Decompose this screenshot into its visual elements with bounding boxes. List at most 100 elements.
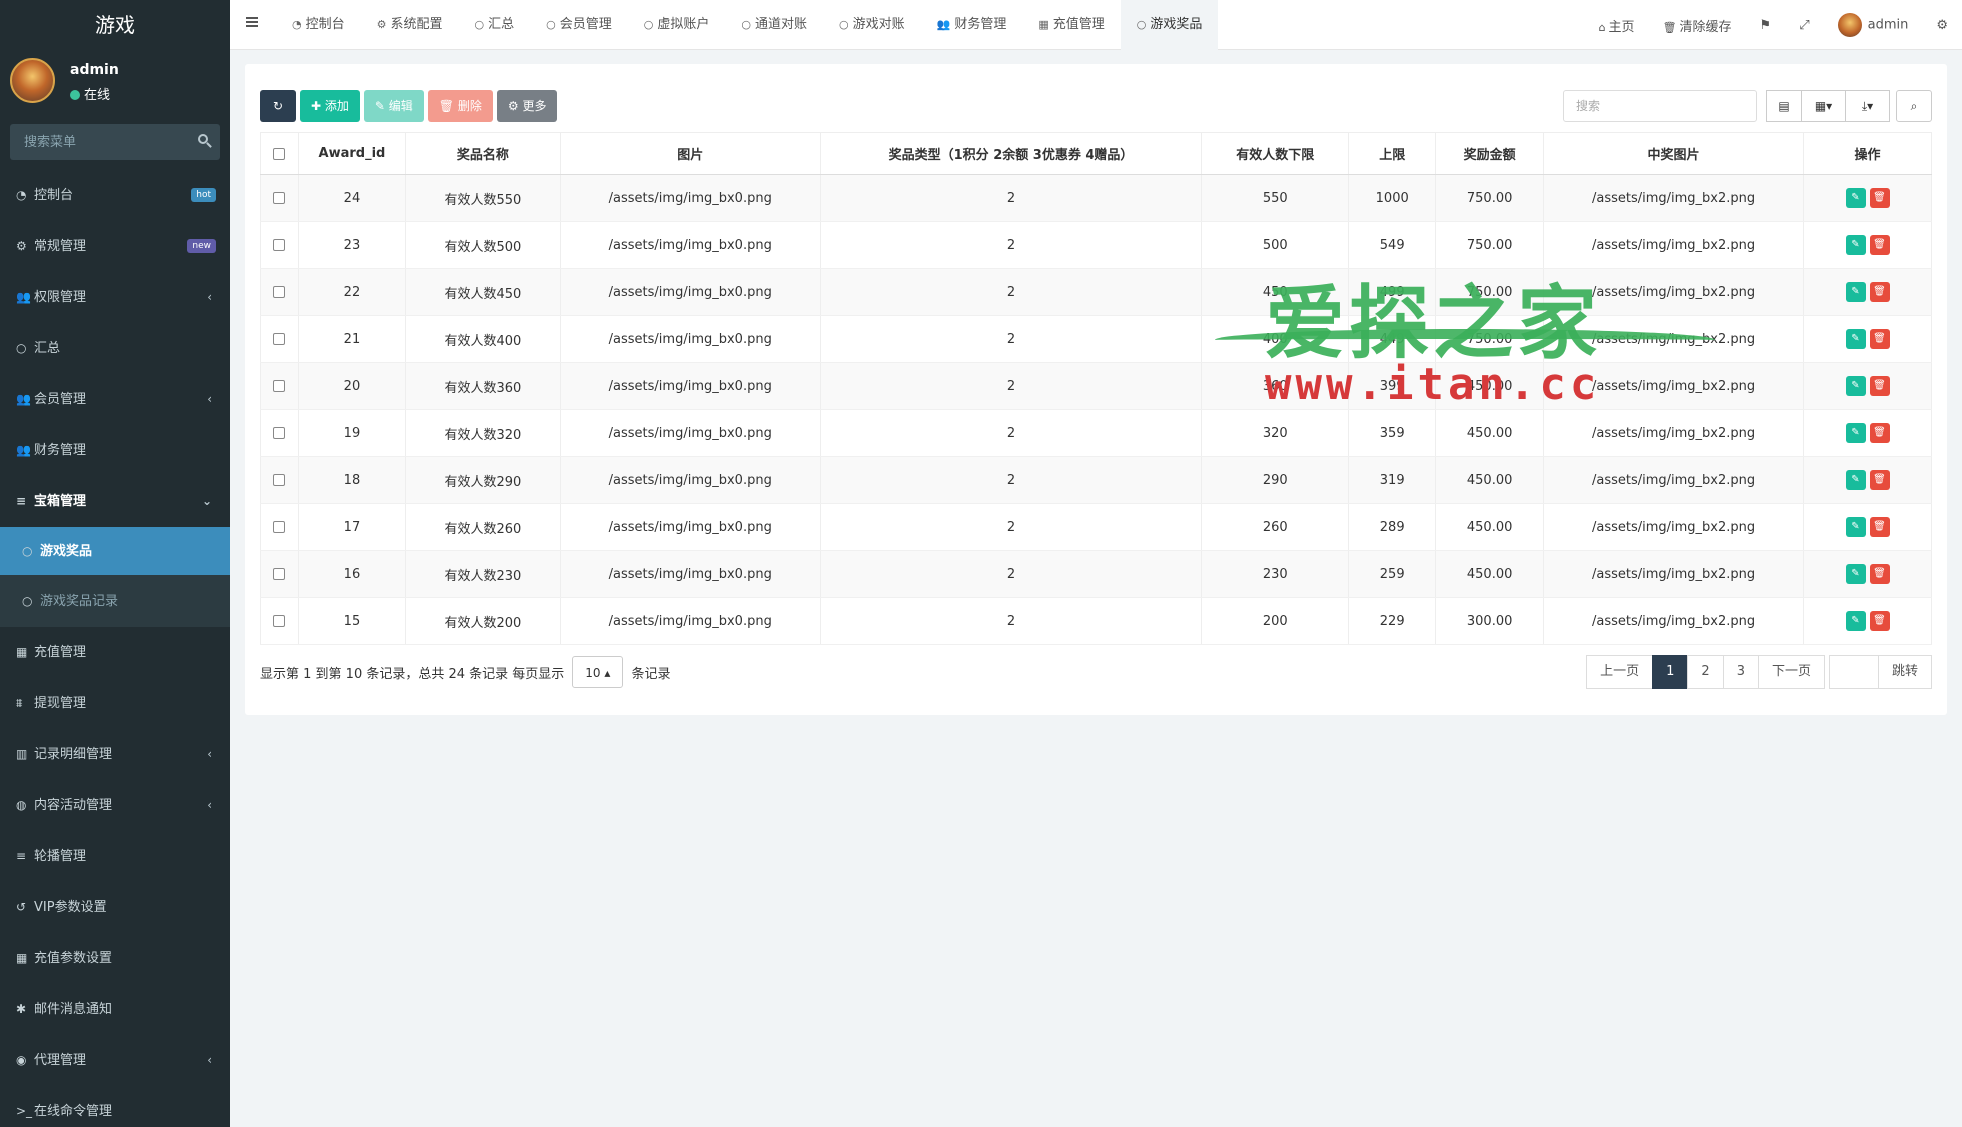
search-toggle-button[interactable]: ⌕ [1896, 90, 1932, 122]
sidebar-item-2[interactable]: 👥 权限管理 ‹ [0, 272, 230, 323]
menu-toggle-icon[interactable] [246, 17, 258, 27]
add-button[interactable]: ✚ 添加 [300, 90, 360, 122]
tab-1[interactable]: ⚙ 系统配置 [361, 0, 459, 50]
sidebar-item-18[interactable]: >_ 在线命令管理 [0, 1086, 230, 1127]
clear-cache-link[interactable]: 🗑 清除缓存 [1649, 16, 1746, 35]
row-edit-button[interactable]: ✎ [1845, 282, 1866, 302]
table-row[interactable]: 23 有效人数500/assets/img/img_bx0.png 2 500 549 7… [260, 221, 1932, 269]
tab-4[interactable]: ○ 虚拟账户 [628, 0, 726, 50]
row-select-cell[interactable] [260, 409, 299, 457]
prev-page-button[interactable]: 上一页 [1586, 655, 1654, 689]
columns-button[interactable]: ▦▾ [1802, 90, 1846, 122]
home-link[interactable]: ⌂ 主页 [1585, 16, 1649, 35]
row-edit-button[interactable]: ✎ [1845, 423, 1866, 443]
search-icon[interactable] [198, 134, 208, 144]
row-delete-button[interactable]: 🗑 [1869, 470, 1890, 490]
sidebar-item-12[interactable]: ◍ 内容活动管理 ‹ [0, 780, 230, 831]
row-checkbox[interactable] [273, 568, 286, 580]
row-edit-button[interactable]: ✎ [1845, 188, 1866, 208]
sidebar-item-16[interactable]: ✱ 邮件消息通知 [0, 984, 230, 1035]
page-button[interactable]: 2 [1687, 655, 1724, 689]
page-jump-input[interactable] [1828, 655, 1879, 689]
row-checkbox[interactable] [273, 380, 286, 392]
row-edit-button[interactable]: ✎ [1845, 376, 1866, 396]
page-button[interactable]: 1 [1652, 655, 1689, 689]
page-button[interactable]: 3 [1722, 655, 1759, 689]
row-checkbox[interactable] [273, 521, 286, 533]
edit-button[interactable]: ✎ 编辑 [363, 90, 424, 122]
row-delete-button[interactable]: 🗑 [1869, 564, 1890, 584]
sidebar-item-11[interactable]: ▥ 记录明细管理 ‹ [0, 729, 230, 780]
table-row[interactable]: 18 有效人数290/assets/img/img_bx0.png 2 290 319 4… [260, 456, 1932, 504]
sidebar-search-input[interactable] [10, 124, 220, 160]
row-delete-button[interactable]: 🗑 [1869, 282, 1890, 302]
row-select-cell[interactable] [260, 174, 299, 222]
row-delete-button[interactable]: 🗑 [1869, 188, 1890, 208]
select-all-cell[interactable] [260, 132, 299, 175]
row-checkbox[interactable] [273, 615, 286, 627]
table-row[interactable]: 19 有效人数320/assets/img/img_bx0.png 2 320 359 4… [260, 409, 1932, 457]
tab-9[interactable]: ○ 游戏奖品 [1120, 0, 1219, 50]
row-checkbox[interactable] [273, 427, 286, 439]
table-search-input[interactable] [1564, 91, 1756, 121]
sidebar-item-9[interactable]: ▦ 充值管理 [0, 627, 230, 678]
toggle-view-button[interactable]: ▤ [1766, 90, 1802, 122]
settings-icon[interactable]: ⚙ [1922, 18, 1962, 33]
row-delete-button[interactable]: 🗑 [1869, 376, 1890, 396]
row-checkbox[interactable] [273, 474, 286, 486]
more-button[interactable]: ⚙ 更多 [496, 90, 558, 122]
sidebar-item-8[interactable]: ○ 游戏奖品记录 [0, 575, 230, 627]
table-row[interactable]: 24 有效人数550/assets/img/img_bx0.png 2 550 1000… [260, 174, 1932, 222]
row-checkbox[interactable] [273, 239, 286, 251]
sidebar-item-6[interactable]: ≡ 宝箱管理 ⌄ [0, 476, 230, 527]
row-delete-button[interactable]: 🗑 [1869, 423, 1890, 443]
row-delete-button[interactable]: 🗑 [1869, 329, 1890, 349]
admin-menu[interactable]: admin [1824, 13, 1923, 37]
sidebar-item-17[interactable]: ◉ 代理管理 ‹ [0, 1035, 230, 1086]
next-page-button[interactable]: 下一页 [1757, 655, 1825, 689]
row-edit-button[interactable]: ✎ [1845, 235, 1866, 255]
sidebar-item-5[interactable]: 👥 财务管理 [0, 425, 230, 476]
row-edit-button[interactable]: ✎ [1845, 611, 1866, 631]
sidebar-item-10[interactable]: ⩩ 提现管理 [0, 678, 230, 729]
row-select-cell[interactable] [260, 550, 299, 598]
delete-button[interactable]: 🗑 删除 [427, 90, 493, 122]
table-row[interactable]: 21 有效人数400/assets/img/img_bx0.png 2 400 449 7… [260, 315, 1932, 363]
table-row[interactable]: 16 有效人数230/assets/img/img_bx0.png 2 230 259 4… [260, 550, 1932, 598]
row-select-cell[interactable] [260, 456, 299, 504]
refresh-button[interactable]: ↻ [260, 90, 296, 122]
tab-3[interactable]: ○ 会员管理 [530, 0, 628, 50]
row-select-cell[interactable] [260, 503, 299, 551]
row-edit-button[interactable]: ✎ [1845, 517, 1866, 537]
tab-2[interactable]: ○ 汇总 [459, 0, 531, 50]
fullscreen-icon[interactable]: ⤢ [1785, 18, 1823, 33]
table-row[interactable]: 15 有效人数200/assets/img/img_bx0.png 2 200 229 3… [260, 597, 1932, 645]
row-select-cell[interactable] [260, 362, 299, 410]
row-delete-button[interactable]: 🗑 [1869, 611, 1890, 631]
sidebar-item-3[interactable]: ○ 汇总 [0, 323, 230, 374]
row-delete-button[interactable]: 🗑 [1869, 517, 1890, 537]
select-all-checkbox[interactable] [273, 147, 286, 160]
sidebar-item-4[interactable]: 👥 会员管理 ‹ [0, 374, 230, 425]
sidebar-item-14[interactable]: ↺ VIP参数设置 [0, 882, 230, 933]
tab-8[interactable]: ▦ 充值管理 [1022, 0, 1120, 50]
table-row[interactable]: 20 有效人数360/assets/img/img_bx0.png 2 360 399 4… [260, 362, 1932, 410]
sidebar-item-0[interactable]: ◔ 控制台 hot [0, 170, 230, 221]
language-icon[interactable]: ⚑ [1746, 18, 1786, 33]
sidebar-item-1[interactable]: ⚙ 常规管理 new [0, 221, 230, 272]
tab-6[interactable]: ○ 游戏对账 [823, 0, 921, 50]
tab-7[interactable]: 👥 财务管理 [921, 0, 1023, 50]
row-checkbox[interactable] [273, 333, 286, 345]
sidebar-item-13[interactable]: ≡ 轮播管理 [0, 831, 230, 882]
row-select-cell[interactable] [260, 597, 299, 645]
row-select-cell[interactable] [260, 268, 299, 316]
table-row[interactable]: 17 有效人数260/assets/img/img_bx0.png 2 260 289 4… [260, 503, 1932, 551]
row-select-cell[interactable] [260, 315, 299, 363]
tab-0[interactable]: ◔ 控制台 [276, 0, 361, 50]
sidebar-item-7[interactable]: ○ 游戏奖品 [0, 527, 230, 575]
app-title[interactable]: 游戏 [0, 0, 230, 50]
export-button[interactable]: ⤓▾ [1846, 90, 1890, 122]
table-row[interactable]: 22 有效人数450/assets/img/img_bx0.png 2 450 499 7… [260, 268, 1932, 316]
row-select-cell[interactable] [260, 221, 299, 269]
row-checkbox[interactable] [273, 286, 286, 298]
